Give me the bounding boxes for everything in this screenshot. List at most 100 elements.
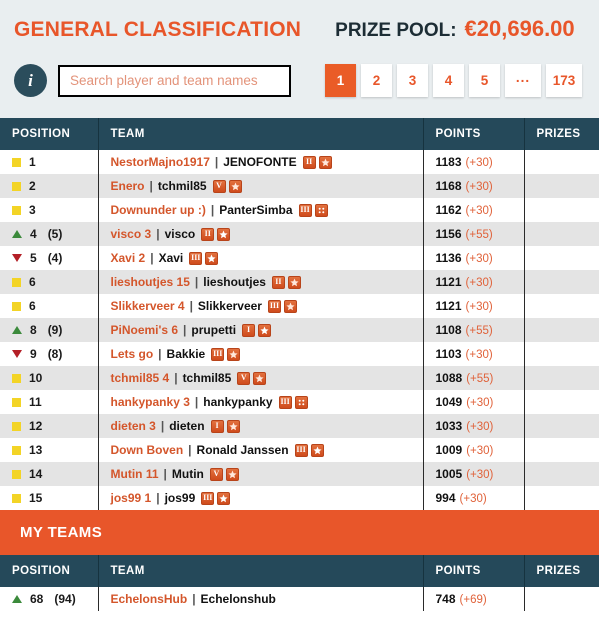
user-name: lieshoutjes bbox=[203, 275, 266, 289]
team-name-link[interactable]: Lets go bbox=[111, 347, 154, 361]
table-row[interactable]: 6 lieshoutjes 15 | lieshoutjes II 1121 (+30) bbox=[0, 270, 599, 294]
team-name-link[interactable]: Mutin 11 bbox=[111, 467, 159, 481]
badge-group: I bbox=[242, 323, 272, 337]
prize-cell bbox=[524, 150, 599, 174]
star-badge-icon bbox=[217, 491, 231, 505]
points-delta: (+30) bbox=[465, 253, 493, 265]
pagination-page-5[interactable]: 5 bbox=[469, 64, 500, 97]
team-user-separator: | bbox=[210, 203, 215, 217]
team-name-link[interactable]: EchelonsHub bbox=[111, 592, 188, 606]
position-change-same-icon bbox=[12, 301, 21, 311]
rank-badge-icon-iii: III bbox=[278, 395, 292, 409]
dice-badge-icon bbox=[314, 203, 328, 217]
team-name-link[interactable]: PiNoemi's 6 bbox=[111, 323, 179, 337]
team-user-separator: | bbox=[156, 227, 160, 241]
badge-group: II bbox=[302, 155, 332, 169]
rank-badge-icon-iii: III bbox=[189, 251, 203, 265]
user-name: jos99 bbox=[164, 491, 196, 505]
search-input[interactable] bbox=[58, 64, 291, 97]
pagination-page-3[interactable]: 3 bbox=[397, 64, 428, 97]
team-name-link[interactable]: NestorMajno1917 bbox=[111, 155, 210, 169]
position-change-same-icon bbox=[12, 421, 21, 431]
position-number: 68 bbox=[30, 592, 44, 606]
table-row[interactable]: 4 (5) visco 3 | visco II 1156 (+55) bbox=[0, 222, 599, 246]
points-delta: (+30) bbox=[466, 469, 494, 481]
team-user-separator: | bbox=[156, 491, 160, 505]
team-user-separator: | bbox=[158, 347, 162, 361]
position-cell: 3 bbox=[0, 198, 99, 222]
table-row[interactable]: 14 Mutin 11 | Mutin V 1005 (+30) bbox=[0, 462, 599, 486]
info-icon[interactable]: i bbox=[14, 64, 47, 97]
prize-cell bbox=[524, 414, 599, 438]
team-cell: Downunder up :) | PanterSimba III bbox=[98, 198, 424, 222]
team-cell: dieten 3 | dieten I bbox=[98, 414, 424, 438]
my-teams-header-row: POSITION TEAM POINTS PRIZES bbox=[0, 555, 599, 587]
table-row[interactable]: 6 Slikkerveer 4 | Slikkerveer III 1121 (+30) bbox=[0, 294, 599, 318]
table-row[interactable]: 68 (94) EchelonsHub | Echelonshub 748 (+69) bbox=[0, 587, 599, 611]
previous-position: (94) bbox=[54, 592, 76, 606]
team-name-link[interactable]: visco 3 bbox=[111, 227, 152, 241]
previous-position: (8) bbox=[47, 347, 63, 361]
position-number: 11 bbox=[29, 395, 42, 409]
user-name: visco bbox=[164, 227, 196, 241]
table-row[interactable]: 12 dieten 3 | dieten I 1033 (+30) bbox=[0, 414, 599, 438]
position-change-same-icon bbox=[12, 277, 21, 287]
rank-badge-icon-iii: III bbox=[267, 299, 281, 313]
team-cell: Enero | tchmil85 V bbox=[98, 174, 424, 198]
star-badge-icon bbox=[225, 467, 239, 481]
points-value: 1183 bbox=[435, 155, 462, 169]
table-row[interactable]: 9 (8) Lets go | Bakkie III 1103 (+30) bbox=[0, 342, 599, 366]
team-name-link[interactable]: tchmil85 4 bbox=[111, 371, 170, 385]
table-row[interactable]: 11 hankypanky 3 | hankypanky III 1049 (+30) bbox=[0, 390, 599, 414]
position-number: 8 bbox=[30, 323, 37, 337]
pagination-page-4[interactable]: 4 bbox=[433, 64, 464, 97]
team-name-link[interactable]: lieshoutjes 15 bbox=[111, 275, 190, 289]
pagination-page-173[interactable]: 173 bbox=[546, 64, 582, 97]
star-badge-icon bbox=[287, 275, 301, 289]
team-name-link[interactable]: Xavi 2 bbox=[111, 251, 146, 265]
points-value: 1136 bbox=[435, 251, 462, 265]
star-badge-icon bbox=[205, 251, 219, 265]
user-name: Slikkerveer bbox=[197, 299, 262, 313]
position-number: 4 bbox=[30, 227, 37, 241]
pagination-page-1[interactable]: 1 bbox=[325, 64, 356, 97]
table-row[interactable]: 2 Enero | tchmil85 V 1168 (+30) bbox=[0, 174, 599, 198]
prize-cell bbox=[524, 390, 599, 414]
position-cell: 5 (4) bbox=[0, 246, 99, 270]
table-row[interactable]: 10 tchmil85 4 | tchmil85 V 1088 (+55) bbox=[0, 366, 599, 390]
column-header-points: POINTS bbox=[423, 555, 525, 587]
team-name-link[interactable]: Enero bbox=[111, 179, 145, 193]
badge-group: V bbox=[212, 179, 242, 193]
pagination-page-2[interactable]: 2 bbox=[361, 64, 392, 97]
team-name-link[interactable]: dieten 3 bbox=[111, 419, 156, 433]
position-cell: 13 bbox=[0, 438, 99, 462]
classification-rows: 1 NestorMajno1917 | JENOFONTE II 1183 (+30) 2 En… bbox=[0, 150, 599, 510]
points-value: 1156 bbox=[435, 227, 462, 241]
table-row[interactable]: 8 (9) PiNoemi's 6 | prupetti I 1108 (+55) bbox=[0, 318, 599, 342]
table-row[interactable]: 3 Downunder up :) | PanterSimba III 1162 (+30) bbox=[0, 198, 599, 222]
team-name-link[interactable]: jos99 1 bbox=[111, 491, 152, 505]
team-name-link[interactable]: Downunder up :) bbox=[111, 203, 206, 217]
team-user-separator: | bbox=[163, 467, 167, 481]
position-change-same-icon bbox=[12, 445, 21, 455]
position-number: 15 bbox=[29, 491, 43, 505]
table-row[interactable]: 5 (4) Xavi 2 | Xavi III 1136 (+30) bbox=[0, 246, 599, 270]
team-cell: Mutin 11 | Mutin V bbox=[98, 462, 424, 486]
previous-position: (9) bbox=[47, 323, 63, 337]
team-cell: PiNoemi's 6 | prupetti I bbox=[98, 318, 424, 342]
pagination-page-ellipsis[interactable]: ... bbox=[505, 64, 541, 97]
user-name: dieten bbox=[169, 419, 205, 433]
points-value: 1103 bbox=[435, 347, 462, 361]
position-cell: 8 (9) bbox=[0, 318, 99, 342]
points-value: 1033 bbox=[435, 419, 463, 433]
table-row[interactable]: 15 jos99 1 | jos99 III 994 (+30) bbox=[0, 486, 599, 510]
position-number: 1 bbox=[29, 155, 36, 169]
team-user-separator: | bbox=[194, 275, 199, 289]
table-row[interactable]: 13 Down Boven | Ronald Janssen III 1009 (+30) bbox=[0, 438, 599, 462]
team-name-link[interactable]: hankypanky 3 bbox=[111, 395, 190, 409]
table-row[interactable]: 1 NestorMajno1917 | JENOFONTE II 1183 (+30) bbox=[0, 150, 599, 174]
position-cell: 4 (5) bbox=[0, 222, 99, 246]
user-name: JENOFONTE bbox=[223, 155, 297, 169]
team-name-link[interactable]: Down Boven bbox=[111, 443, 184, 457]
team-name-link[interactable]: Slikkerveer 4 bbox=[111, 299, 185, 313]
